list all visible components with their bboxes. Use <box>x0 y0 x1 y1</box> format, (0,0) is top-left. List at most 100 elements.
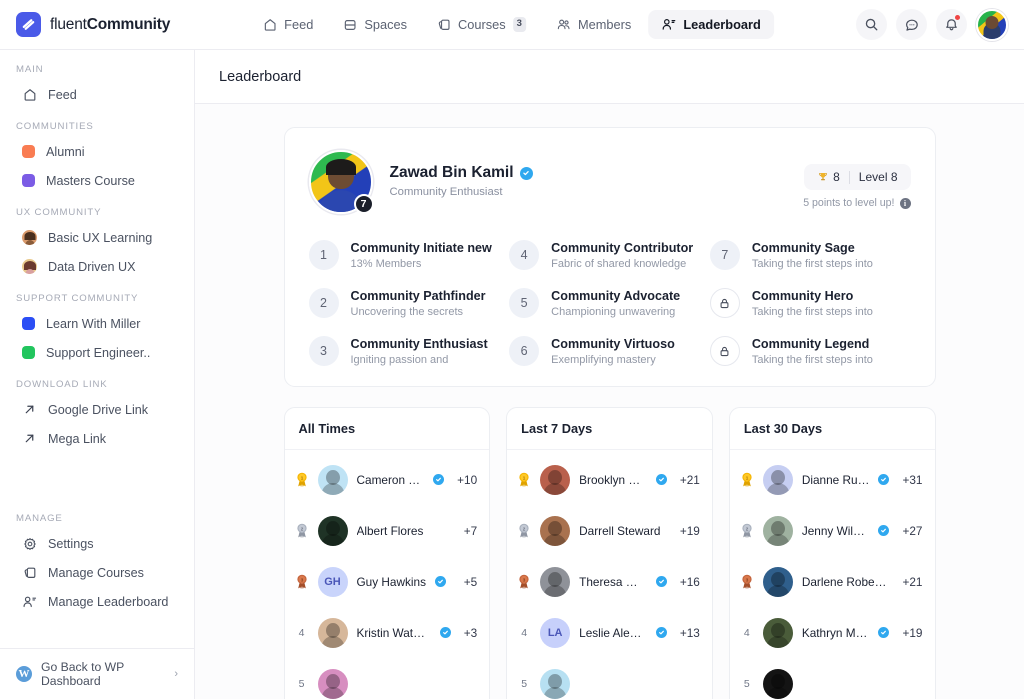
profile-avatar[interactable]: 7 <box>309 150 373 214</box>
member-avatar[interactable]: LA <box>540 618 570 648</box>
member-avatar[interactable] <box>540 516 570 546</box>
level-item[interactable]: 2 Community Pathfinder Uncovering the se… <box>309 288 510 318</box>
medal-bronze-icon: 3 <box>740 574 754 590</box>
member-points: +27 <box>898 524 922 538</box>
sidebar-item-settings[interactable]: Settings <box>0 529 194 558</box>
sidebar-item-feed[interactable]: Feed <box>0 80 194 109</box>
sidebar-item-learn-with-miller[interactable]: Learn With Miller <box>0 309 194 338</box>
rank-number-text: 4 <box>744 627 750 639</box>
level-item-locked[interactable]: Community Legend Taking the first steps … <box>710 336 911 366</box>
level-item[interactable]: 6 Community Virtuoso Exemplifying master… <box>509 336 710 366</box>
member-avatar[interactable] <box>318 669 348 699</box>
search-icon[interactable] <box>856 9 887 40</box>
member-avatar[interactable] <box>763 465 793 495</box>
level-item-locked[interactable]: Community Hero Taking the first steps in… <box>710 288 911 318</box>
rank-number-text: 4 <box>521 627 527 639</box>
sidebar-item-data-driven-ux[interactable]: Data Driven UX <box>0 252 194 281</box>
leaderboard-row[interactable]: 3Theresa Webb+16 <box>507 556 712 607</box>
member-avatar[interactable] <box>540 465 570 495</box>
leaderboard-row[interactable]: 3GHGuy Hawkins+5 <box>285 556 490 607</box>
user-avatar[interactable] <box>976 9 1008 41</box>
member-avatar[interactable] <box>763 669 793 699</box>
sidebar-item-masters-course[interactable]: Masters Course <box>0 166 194 195</box>
leaderboard-icon <box>22 594 37 609</box>
leaderboard-row[interactable]: 2Jenny Wilson+27 <box>730 505 935 556</box>
leaderboard-row[interactable]: 3Darlene Robertson+21 <box>730 556 935 607</box>
level-title: Community Sage <box>752 241 873 255</box>
sidebar-item-manage-leaderboard[interactable]: Manage Leaderboard <box>0 587 194 616</box>
level-item[interactable]: 7 Community Sage Taking the first steps … <box>710 240 911 270</box>
level-text: Community Contributor Fabric of shared k… <box>551 241 693 270</box>
nav-item-courses[interactable]: Courses 3 <box>424 10 539 39</box>
page-title: Leaderboard <box>219 69 301 85</box>
brand-text-bold: Community <box>87 16 170 33</box>
member-avatar[interactable] <box>540 669 570 699</box>
wp-dashboard-link[interactable]: W Go Back to WP Dashboard › <box>0 648 194 699</box>
wp-dashboard-label: Go Back to WP Dashboard <box>41 660 165 688</box>
profile-header: 7 Zawad Bin Kamil Community Enthusiast <box>309 150 911 214</box>
leaderboard-row[interactable]: 1Brooklyn Simmons+21 <box>507 454 712 505</box>
level-number: 1 <box>309 240 339 270</box>
sidebar-item-support-engineer[interactable]: Support Engineer.. <box>0 338 194 367</box>
points-to-level-text: 5 points to level up! <box>803 197 894 209</box>
member-avatar[interactable] <box>318 618 348 648</box>
leaderboard-row[interactable]: 4Kathryn Murphy+19 <box>730 607 935 658</box>
level-text: Community Virtuoso Exemplifying mastery <box>551 337 675 366</box>
levels-grid: 1 Community Initiate new 13% Members 4 C… <box>309 240 911 366</box>
level-item[interactable]: 5 Community Advocate Championing unwaver… <box>509 288 710 318</box>
verified-badge-icon <box>520 167 533 180</box>
leaderboard-row[interactable]: 1Cameron Williamson+10 <box>285 454 490 505</box>
brand-logo-link[interactable]: fluentCommunity <box>16 12 170 37</box>
level-desc: Exemplifying mastery <box>551 354 675 366</box>
member-points: +13 <box>676 626 700 640</box>
profile-card: 7 Zawad Bin Kamil Community Enthusiast <box>284 127 936 387</box>
leaderboard-row[interactable]: 2Darrell Steward+19 <box>507 505 712 556</box>
sidebar-item-manage-courses[interactable]: Manage Courses <box>0 558 194 587</box>
top-bar: fluentCommunity Feed Spaces Courses 3 Me… <box>0 0 1024 50</box>
member-avatar[interactable] <box>763 567 793 597</box>
leaderboard-row[interactable]: 5 <box>730 658 935 699</box>
leaderboard-row[interactable]: 4Kristin Watson+3 <box>285 607 490 658</box>
member-avatar[interactable] <box>318 465 348 495</box>
leaderboard-icon <box>661 17 676 32</box>
page-header: Leaderboard <box>195 50 1024 104</box>
nav-item-feed[interactable]: Feed <box>250 10 326 39</box>
sidebar-item-mega-link[interactable]: Mega Link <box>0 424 194 453</box>
gear-icon <box>22 536 37 551</box>
profile-subtitle: Community Enthusiast <box>390 186 533 198</box>
nav-item-spaces[interactable]: Spaces <box>330 10 420 39</box>
leaderboard-row[interactable]: 1Dianne Russell+31 <box>730 454 935 505</box>
home-icon <box>22 87 37 102</box>
member-points: +21 <box>898 575 922 589</box>
chevron-right-icon: › <box>174 668 178 680</box>
leaderboard-row[interactable]: 2Albert Flores+7 <box>285 505 490 556</box>
member-avatar[interactable] <box>540 567 570 597</box>
level-desc: Taking the first steps into <box>752 306 873 318</box>
level-text: Community Sage Taking the first steps in… <box>752 241 873 270</box>
courses-icon <box>437 18 451 32</box>
svg-text:3: 3 <box>746 577 749 582</box>
svg-text:2: 2 <box>300 526 303 531</box>
messages-icon[interactable] <box>896 9 927 40</box>
leaderboard-row[interactable]: 5 <box>285 658 490 699</box>
nav-item-leaderboard[interactable]: Leaderboard <box>648 10 774 39</box>
info-icon[interactable]: i <box>900 198 911 209</box>
member-avatar[interactable] <box>763 618 793 648</box>
level-item[interactable]: 4 Community Contributor Fabric of shared… <box>509 240 710 270</box>
sidebar-group-manage: MANAGE <box>0 513 194 524</box>
level-desc: Uncovering the secrets <box>351 306 486 318</box>
notifications-icon[interactable] <box>936 9 967 40</box>
member-avatar[interactable] <box>318 516 348 546</box>
sidebar-item-alumni[interactable]: Alumni <box>0 137 194 166</box>
member-avatar[interactable] <box>763 516 793 546</box>
verified-badge-icon <box>878 474 889 485</box>
member-avatar[interactable]: GH <box>318 567 348 597</box>
sidebar-item-google-drive-link[interactable]: Google Drive Link <box>0 395 194 424</box>
sidebar-item-basic-ux-learning[interactable]: Basic UX Learning <box>0 223 194 252</box>
level-item[interactable]: 1 Community Initiate new 13% Members <box>309 240 510 270</box>
leaderboard-row[interactable]: 5 <box>507 658 712 699</box>
leaderboard-row[interactable]: 4LALeslie Alexander+13 <box>507 607 712 658</box>
level-item[interactable]: 3 Community Enthusiast Igniting passion … <box>309 336 510 366</box>
level-title: Community Virtuoso <box>551 337 675 351</box>
nav-item-members[interactable]: Members <box>543 10 644 39</box>
